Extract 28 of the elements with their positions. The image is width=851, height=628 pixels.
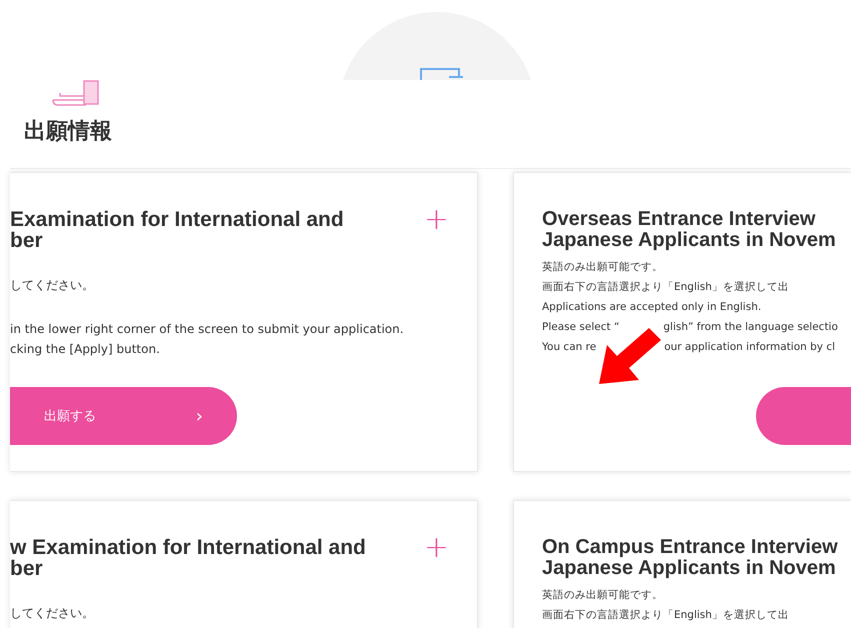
apply-button[interactable]: 出願する › [10,387,237,445]
card-title: ber [10,230,44,251]
body-text: Applications are accepted only in English. [542,300,762,315]
body-text: You can re [542,340,596,355]
body-text: してください。 [10,277,94,294]
body-text: 英語のみ出願可能です。 [542,260,663,275]
body-text: 英語のみ出願可能です。 [542,588,663,603]
apply-button[interactable] [756,387,851,445]
monitor-icon [419,67,463,80]
expand-toggle[interactable]: + [424,533,449,563]
body-text: Please select “ [542,320,620,335]
card-title: On Campus Entrance Interview [542,537,838,558]
body-text: in the lower right corner of the screen to submit your application. [10,321,404,338]
body-text: 画面右下の言語選択より「English」を選択して出 [542,280,789,295]
body-text: 画面右下の言語選択より「English」を選択して出 [542,608,789,623]
card-title: Japanese Applicants in Novem [542,230,836,251]
body-text: してください。 [10,605,94,622]
body-text: our application information by cl [664,340,836,355]
card-title: Japanese Applicants in Novem [542,558,837,579]
body-text: cking the [Apply] button. [10,341,160,358]
card-title: w Examination for International and [10,537,366,558]
phone-hand-icon [52,80,100,106]
page-title: 出願情報 [24,118,112,146]
card-title: Overseas Entrance Interview [542,209,816,230]
card-title: ber [10,558,44,579]
card-title: Examination for International and [10,209,344,230]
body-text: glish” from the language selectio [663,320,838,335]
expand-toggle[interactable]: + [424,205,449,235]
